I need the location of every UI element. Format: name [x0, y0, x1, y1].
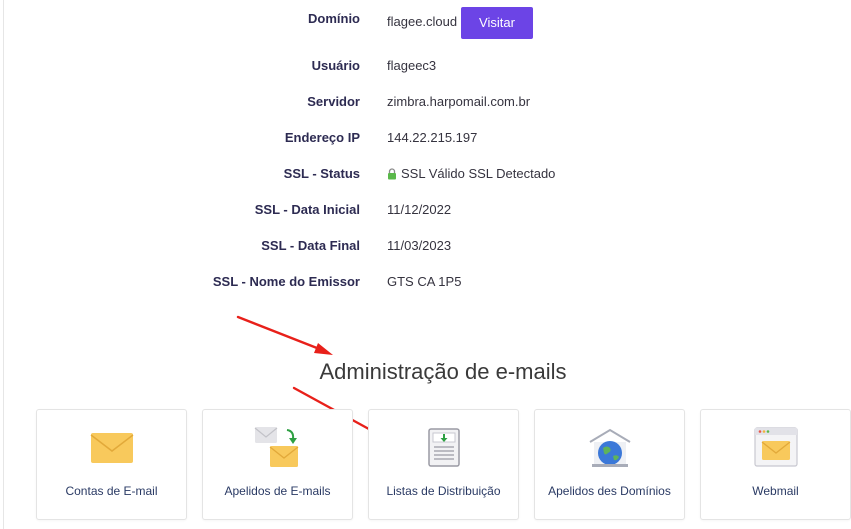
ssl-end-label: SSL - Data Final — [261, 238, 360, 253]
domain-value: flagee.cloud — [387, 14, 458, 29]
page-left-border — [3, 0, 4, 529]
card-label-domain-aliases: Apelidos des Domínios — [548, 484, 671, 498]
user-value: flageec3 — [387, 58, 437, 73]
detail-row-ssl-status: SSL - Status SSL Válido SSL Detectado — [0, 162, 851, 186]
card-email-accounts[interactable]: Contas de E-mail — [36, 409, 187, 520]
server-value: zimbra.harpomail.com.br — [387, 94, 531, 109]
ssl-status-label: SSL - Status — [283, 166, 360, 181]
user-label: Usuário — [311, 58, 360, 73]
ssl-end-value: 11/03/2023 — [387, 238, 452, 253]
ip-value: 144.22.215.197 — [387, 130, 478, 145]
card-webmail[interactable]: Webmail — [700, 409, 851, 520]
card-label-webmail: Webmail — [752, 484, 799, 498]
ssl-status-value: SSL Válido SSL Detectado — [387, 166, 555, 181]
detail-row-domain: Domínio flagee.cloud — [0, 7, 851, 31]
detail-row-ssl-start: SSL - Data Inicial 11/12/2022 — [0, 198, 851, 222]
ssl-start-label: SSL - Data Inicial — [254, 202, 360, 217]
ip-label: Endereço IP — [284, 130, 360, 145]
envelope-icon — [90, 433, 133, 463]
card-label-email-accounts: Contas de E-mail — [65, 484, 158, 498]
domain-label: Domínio — [308, 11, 360, 26]
lock-icon — [388, 167, 396, 179]
ssl-start-value: 11/12/2022 — [387, 202, 452, 217]
card-email-aliases[interactable]: Apelidos de E-mails — [202, 409, 353, 520]
webmail-icon — [753, 427, 798, 467]
distribution-list-icon — [427, 428, 460, 467]
ssl-issuer-value: GTS CA 1P5 — [387, 274, 462, 289]
card-domain-aliases[interactable]: Apelidos des Domínios — [534, 409, 685, 520]
ssl-status-text: SSL Válido SSL Detectado — [401, 166, 556, 181]
section-title: Administração de e-mails — [319, 359, 567, 384]
card-label-distribution-lists: Listas de Distribuição — [386, 484, 501, 498]
arrow-to-title — [236, 315, 333, 355]
detail-row-ssl-issuer: SSL - Nome do Emissor GTS CA 1P5 — [0, 270, 851, 294]
card-label-email-aliases: Apelidos de E-mails — [224, 484, 331, 498]
globe-icon — [588, 428, 631, 467]
ssl-issuer-label: SSL - Nome do Emissor — [212, 274, 360, 289]
visit-button[interactable]: Visitar — [461, 7, 533, 39]
card-distribution-lists[interactable]: Listas de Distribuição — [368, 409, 519, 520]
server-label: Servidor — [307, 94, 360, 109]
email-forward-icon — [254, 427, 298, 467]
detail-row-ssl-end: SSL - Data Final 11/03/2023 — [0, 234, 851, 258]
detail-row-ip: Endereço IP 144.22.215.197 — [0, 126, 851, 150]
detail-row-user: Usuário flageec3 — [0, 54, 851, 78]
detail-row-server: Servidor zimbra.harpomail.com.br — [0, 90, 851, 114]
